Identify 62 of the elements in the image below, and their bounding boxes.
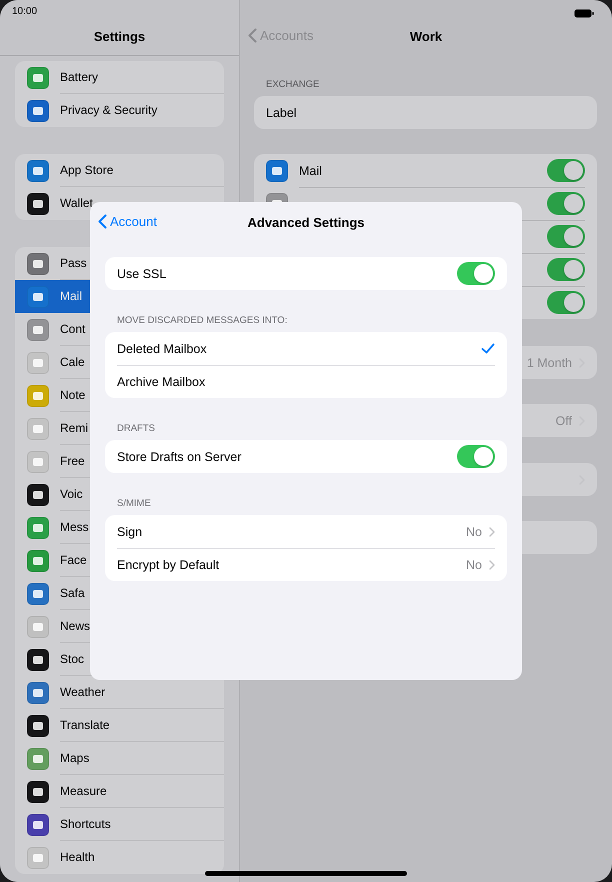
row-label: Encrypt by Default — [117, 558, 220, 572]
row-label: Use SSL — [117, 266, 166, 280]
back-link[interactable]: Account — [98, 214, 157, 229]
row-label: Deleted Mailbox — [117, 342, 207, 356]
sidebar-item[interactable]: Face — [60, 553, 87, 568]
sidebar-title: Settings — [94, 29, 146, 44]
sidebar-item[interactable]: Wallet — [60, 196, 93, 211]
sidebar-item[interactable]: News — [60, 619, 90, 634]
row-label: Mail — [299, 164, 322, 178]
settings-row[interactable]: Deleted Mailbox — [105, 332, 507, 365]
modal-title: Advanced Settings — [247, 214, 365, 230]
sidebar-item[interactable]: Health — [60, 850, 95, 865]
value-text: 1 Month — [526, 356, 572, 370]
sidebar-item[interactable]: Cale — [60, 355, 85, 370]
sidebar-item[interactable]: App Store — [60, 163, 114, 178]
sidebar-item[interactable]: Safa — [60, 586, 85, 601]
sidebar-item[interactable]: Cont — [60, 322, 86, 337]
sidebar-item[interactable]: Stoc — [60, 652, 84, 667]
sidebar-item[interactable]: Measure — [60, 784, 107, 799]
back-chevron-icon — [248, 28, 257, 43]
sidebar-item[interactable]: Battery — [60, 70, 98, 85]
settings-row[interactable]: Sign No — [105, 515, 507, 548]
sidebar-item[interactable]: Pass — [60, 256, 87, 271]
toggle-switch[interactable] — [547, 159, 585, 182]
section-header: DRAFTS — [117, 422, 156, 435]
chevron-icon — [489, 526, 495, 536]
nav-title: Work — [410, 29, 442, 44]
sidebar-item[interactable]: Privacy & Security — [60, 103, 158, 118]
row-label: Store Drafts on Server — [117, 450, 242, 464]
status-time: 10:00 — [12, 6, 38, 18]
sidebar-item[interactable]: Note — [60, 388, 86, 403]
sidebar-item[interactable]: Free — [60, 454, 85, 469]
row-label: Archive Mailbox — [117, 374, 206, 388]
sidebar-item[interactable]: Mess — [60, 520, 89, 535]
sidebar-item[interactable]: Mail — [60, 289, 82, 304]
sidebar-item[interactable]: Voic — [60, 487, 83, 502]
chevron-icon — [489, 560, 495, 570]
toggle-switch[interactable] — [547, 291, 585, 314]
section-header: MOVE DISCARDED MESSAGES INTO: — [117, 314, 288, 327]
section-header: S/MIME — [117, 497, 152, 510]
sidebar-item[interactable]: Remi — [60, 421, 88, 436]
value-text: No — [466, 558, 482, 572]
battery-icon — [574, 9, 594, 18]
row-label: Sign — [117, 524, 142, 538]
value-text: Off — [556, 414, 572, 428]
toggle-switch[interactable] — [547, 258, 585, 281]
section-header: EXCHANGE — [266, 79, 320, 91]
settings-row[interactable]: Encrypt by Default No — [105, 548, 507, 581]
toggle-switch[interactable] — [547, 225, 585, 248]
settings-row[interactable]: Use SSL — [105, 257, 507, 290]
settings-row[interactable]: Store Drafts on Server — [105, 440, 507, 473]
sidebar-item[interactable]: Maps — [60, 751, 90, 766]
value-text: No — [466, 524, 482, 538]
back-chevron-icon — [98, 214, 107, 229]
sidebar-item[interactable]: Translate — [60, 718, 110, 733]
row-label: Label — [266, 106, 297, 120]
toggle-switch[interactable] — [457, 445, 495, 468]
sidebar-item[interactable]: Shortcuts — [60, 817, 111, 832]
toggle-switch[interactable] — [547, 192, 585, 215]
settings-row[interactable]: Archive Mailbox — [105, 365, 507, 398]
toggle-switch[interactable] — [457, 262, 495, 285]
sidebar-item[interactable]: Weather — [60, 685, 106, 700]
